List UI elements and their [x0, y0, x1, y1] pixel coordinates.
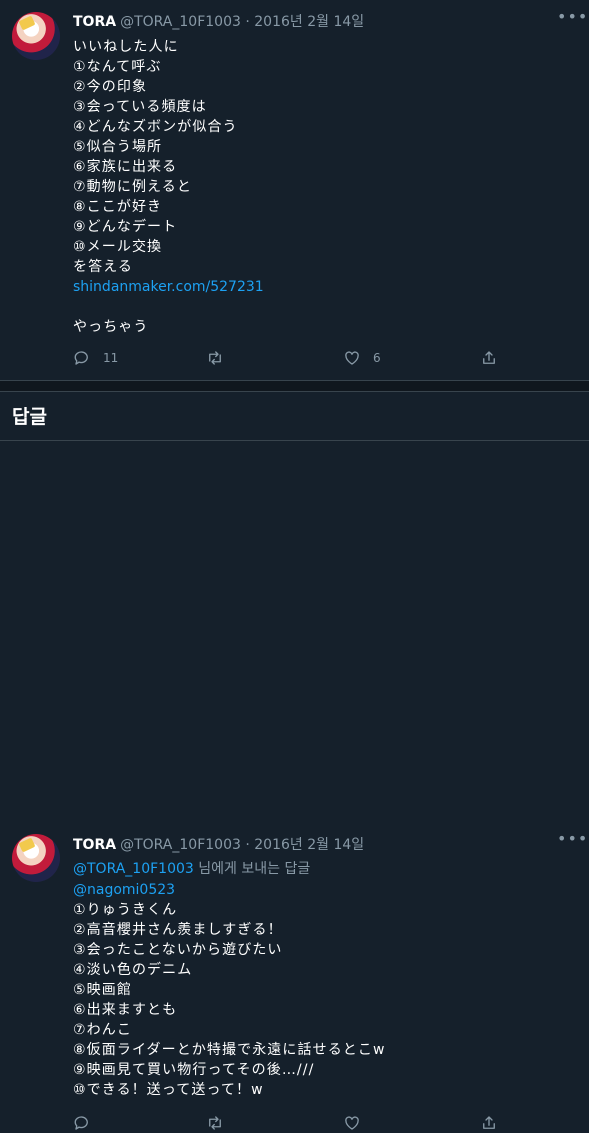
tweet-line: ⑥出来ますとも	[73, 1002, 178, 1018]
user-handle[interactable]: @TORA_10F1003	[120, 14, 241, 30]
tweet-line: ⑤映画館	[73, 982, 132, 998]
tweet-line: を答える	[73, 259, 133, 275]
tweet-actions	[73, 1113, 503, 1133]
user-name[interactable]: TORA	[73, 837, 116, 853]
tweet-line: ⑥家族に出来る	[73, 159, 178, 175]
separator: ·	[245, 837, 250, 853]
tweet-line: いいねした人に	[73, 39, 179, 55]
tweet-text: @nagomi0523 ①りゅうきくん ②高音櫻井さん羨ましすぎる！ ③会ったこ…	[73, 880, 386, 1100]
tweet-line: ②高音櫻井さん羨ましすぎる！	[73, 922, 283, 938]
reply-button[interactable]	[73, 1113, 91, 1133]
tweet-actions: 11 6	[73, 348, 503, 368]
share-icon	[483, 351, 495, 364]
avatar[interactable]	[12, 834, 60, 882]
tweet-reply[interactable]: TORA @TORA_10F1003 · 2016년 2월 14일 ••• @TO…	[0, 380, 589, 1130]
tweet-line: ④淡い色のデニム	[73, 962, 193, 978]
retweet-icon	[209, 1116, 221, 1130]
tweet-line: ④どんなズボンが似合う	[73, 119, 238, 135]
tweet-line: ⑨どんなデート	[73, 219, 178, 235]
reply-to-handle[interactable]: @TORA_10F1003	[73, 861, 194, 877]
tweet-line: ①りゅうきくん	[73, 902, 178, 918]
retweet-icon	[209, 351, 221, 365]
user-handle[interactable]: @TORA_10F1003	[120, 837, 241, 853]
tweet-line: ⑧仮面ライダーとか特撮で永遠に話せるとこw	[73, 1042, 386, 1058]
tweet-line: ③会っている頻度は	[73, 99, 207, 115]
reply-count: 11	[103, 351, 119, 365]
shindanmaker-link[interactable]: shindanmaker.com/527231	[73, 279, 264, 295]
tweet-header: TORA @TORA_10F1003 · 2016년 2월 14일	[73, 836, 364, 854]
more-icon[interactable]: •••	[557, 831, 587, 852]
reply-icon	[74, 351, 88, 365]
tweet-date[interactable]: 2016년 2월 14일	[254, 14, 364, 30]
avatar[interactable]	[12, 12, 60, 60]
like-icon	[345, 351, 359, 365]
retweet-button[interactable]	[206, 1113, 224, 1133]
tweet-line: ⑤似合う場所	[73, 139, 163, 155]
tweet-line: ⑦動物に例えると	[73, 179, 192, 195]
tweet-text: いいねした人に ①なんて呼ぶ ②今の印象 ③会っている頻度は ④どんなズボンが似…	[73, 37, 264, 337]
reply-icon	[74, 1116, 88, 1130]
share-button[interactable]	[480, 1113, 498, 1133]
tweet-line: やっちゃう	[73, 319, 149, 335]
tweet-line: ⑧ここが好き	[73, 199, 163, 215]
tweet-date[interactable]: 2016년 2월 14일	[254, 837, 364, 853]
reply-button[interactable]: 11	[73, 348, 118, 368]
tweet-original[interactable]: TORA @TORA_10F1003 · 2016년 2월 14일 ••• いいね…	[0, 0, 589, 380]
mention-link[interactable]: @nagomi0523	[73, 882, 175, 898]
reply-context: @TORA_10F1003 님에게 보내는 답글	[73, 860, 310, 878]
tweet-line: ⑦わんこ	[73, 1022, 132, 1038]
like-button[interactable]: 6	[343, 348, 381, 368]
tweet-line: ②今の印象	[73, 79, 148, 95]
tweet-line: ⑩メール交換	[73, 239, 163, 255]
like-button[interactable]	[343, 1113, 361, 1133]
tweet-line: ①なんて呼ぶ	[73, 59, 162, 75]
user-name[interactable]: TORA	[73, 14, 116, 30]
like-icon	[345, 1116, 359, 1130]
like-count: 6	[373, 351, 381, 365]
more-icon[interactable]: •••	[557, 9, 587, 30]
share-icon	[483, 1116, 495, 1129]
retweet-button[interactable]	[206, 348, 224, 368]
reply-to-suffix: 님에게 보내는 답글	[193, 861, 311, 877]
tweet-line: ③会ったことないから遊びたい	[73, 942, 283, 958]
share-button[interactable]	[480, 348, 498, 368]
separator: ·	[245, 14, 250, 30]
tweet-line: ⑨映画見て買い物行ってその後…///	[73, 1062, 315, 1078]
tweet-header: TORA @TORA_10F1003 · 2016년 2월 14일	[73, 13, 364, 31]
tweet-line: ⑩できる！送って送って！w	[73, 1082, 264, 1098]
